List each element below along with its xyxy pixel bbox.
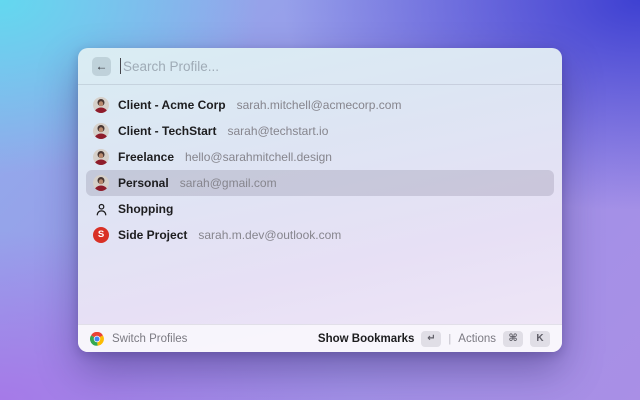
profile-row-personal[interactable]: Personal sarah@gmail.com [86,170,554,196]
search-input[interactable] [120,58,548,74]
woman-avatar-icon [93,175,109,191]
text-caret [120,58,121,74]
profile-name: Client - TechStart [118,124,217,138]
switch-profiles-label: Switch Profiles [112,332,188,345]
profile-switcher-panel: ← Client - Acme Corp sarah.mitchell@acme… [78,48,562,352]
profile-name: Shopping [118,202,174,216]
profile-email: sarah@gmail.com [179,176,277,190]
footer-divider: | [448,332,452,345]
profile-email: sarah.m.dev@outlook.com [198,228,342,242]
footer-right: Show Bookmarks ↵ | Actions ⌘ K [318,330,550,347]
letter-badge-avatar: S [93,227,109,243]
profile-name: Personal [118,176,169,190]
chrome-logo-icon [90,331,104,346]
woman-avatar-icon [93,149,109,165]
footer-left: Switch Profiles [90,331,188,346]
desktop-background: ← Client - Acme Corp sarah.mitchell@acme… [0,0,640,400]
show-bookmarks-button[interactable]: Show Bookmarks [318,333,415,345]
profile-name: Freelance [118,150,175,164]
profile-name: Client - Acme Corp [118,98,226,112]
woman-avatar-icon [93,123,109,139]
profile-row-techstart[interactable]: Client - TechStart sarah@techstart.io [86,118,554,144]
k-key-icon: K [530,330,550,347]
back-button[interactable]: ← [92,56,111,76]
profile-email: hello@sarahmitchell.design [185,150,332,164]
profile-email: sarah.mitchell@acmecorp.com [236,98,402,112]
profile-name: Side Project [118,228,188,242]
woman-avatar-icon [93,97,109,113]
profile-row-shopping[interactable]: Shopping [86,196,554,222]
back-arrow-icon: ← [95,59,108,73]
profile-row-side-project[interactable]: S Side Project sarah.m.dev@outlook.com [86,222,554,248]
person-outline-icon [93,201,109,217]
return-key-icon: ↵ [421,330,442,347]
profile-list: Client - Acme Corp sarah.mitchell@acmeco… [78,85,562,248]
profile-row-acme[interactable]: Client - Acme Corp sarah.mitchell@acmeco… [86,92,554,118]
profile-email: sarah@techstart.io [227,124,329,138]
actions-button[interactable]: Actions [458,333,496,345]
command-key-icon: ⌘ [503,330,523,347]
profile-row-freelance[interactable]: Freelance hello@sarahmitchell.design [86,144,554,170]
search-bar: ← [78,48,562,85]
footer-bar: Switch Profiles Show Bookmarks ↵ | Actio… [78,324,562,352]
